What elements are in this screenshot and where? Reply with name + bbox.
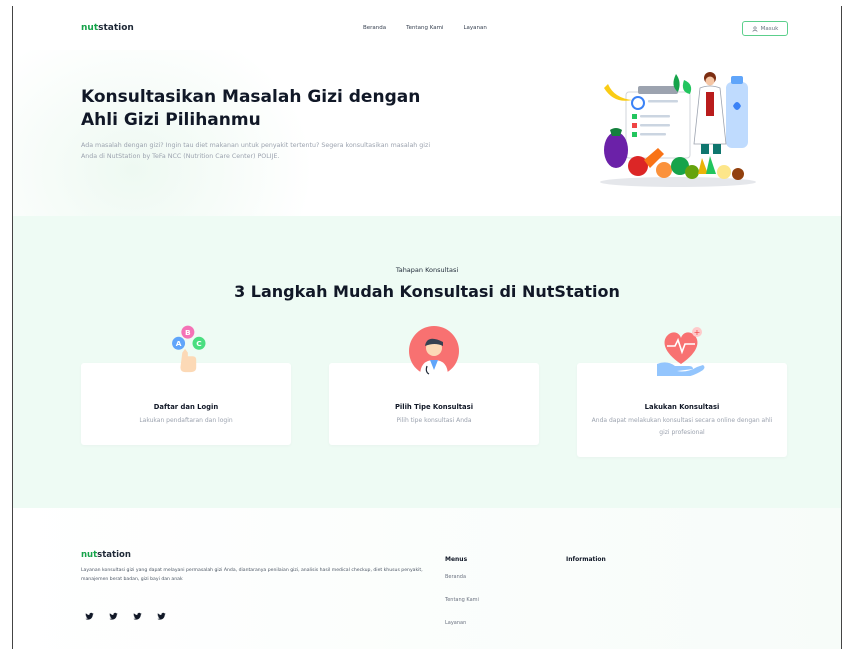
login-label: Masuk (760, 25, 779, 32)
nav-links: Beranda Tentang Kami Layanan (363, 25, 487, 31)
step-card-title: Daftar dan Login (153, 403, 219, 411)
hero-section: Konsultasikan Masalah Gizi dengan Ahli G… (13, 50, 841, 216)
svg-text:+: + (694, 328, 701, 337)
footer-link-beranda[interactable]: Beranda (445, 574, 466, 580)
nav-item-layanan[interactable]: Layanan (463, 25, 486, 31)
user-icon (752, 25, 758, 32)
abc-bubbles-icon: A B C (172, 325, 206, 373)
footer-brand-logo[interactable]: nutstation (81, 550, 131, 560)
footer-description: Layanan konsultasi gizi yang dapat melay… (81, 568, 423, 582)
nutritionist-illustration (600, 72, 756, 187)
heart-hand-icon: + (657, 327, 705, 376)
step-card-desc: Pilih tipe konsultasi Anda (396, 417, 472, 424)
twitter-icon[interactable] (85, 606, 94, 620)
footer-information-heading: Information (566, 556, 606, 563)
step-card-desc: Lakukan pendaftaran dan login (139, 417, 233, 424)
footer-brand-prefix: nut (81, 550, 98, 560)
svg-text:B: B (185, 328, 191, 337)
steps-subtitle: Tahapan Konsultasi (395, 266, 459, 274)
hero-title: Konsultasikan Masalah Gizi dengan Ahli G… (81, 87, 421, 130)
svg-text:A: A (176, 339, 182, 348)
step-card-desc: Anda dapat melakukan konsultasi secara o… (591, 417, 773, 436)
twitter-icon[interactable] (133, 606, 142, 620)
nav-item-tentang-kami[interactable]: Tentang Kami (406, 25, 443, 31)
brand-prefix: nut (81, 23, 99, 33)
steps-section: Tahapan Konsultasi 3 Langkah Mudah Konsu… (13, 216, 841, 508)
step-card-consult: Lakukan Konsultasi Anda dapat melakukan … (577, 363, 787, 457)
brand-suffix: station (98, 23, 134, 33)
login-button[interactable]: Masuk (742, 21, 788, 36)
brand-logo[interactable]: nutstation (81, 23, 134, 33)
navbar: nutstation Beranda Tentang Kami Layanan … (13, 6, 841, 50)
social-links (85, 606, 166, 620)
page-frame: nutstation Beranda Tentang Kami Layanan … (12, 6, 842, 649)
step-card-register: Daftar dan Login Lakukan pendaftaran dan… (81, 363, 291, 445)
footer: nutstation Layanan konsultasi gizi yang … (13, 508, 841, 649)
svg-text:C: C (196, 339, 201, 348)
hero-description: Ada masalah dengan gizi? Ingin tau diet … (81, 142, 431, 160)
footer-link-tentang-kami[interactable]: Tentang Kami (445, 597, 479, 603)
step-card-title: Pilih Tipe Konsultasi (394, 403, 474, 411)
steps-title: 3 Langkah Mudah Konsultasi di NutStation (234, 282, 620, 301)
footer-link-layanan[interactable]: Layanan (445, 620, 466, 626)
footer-menus-heading: Menus (445, 556, 468, 563)
footer-brand-suffix: station (97, 550, 131, 560)
doctor-icon (409, 326, 459, 376)
twitter-icon[interactable] (157, 606, 166, 620)
step-card-title: Lakukan Konsultasi (644, 403, 720, 411)
nav-item-beranda[interactable]: Beranda (363, 25, 386, 31)
twitter-icon[interactable] (109, 606, 118, 620)
